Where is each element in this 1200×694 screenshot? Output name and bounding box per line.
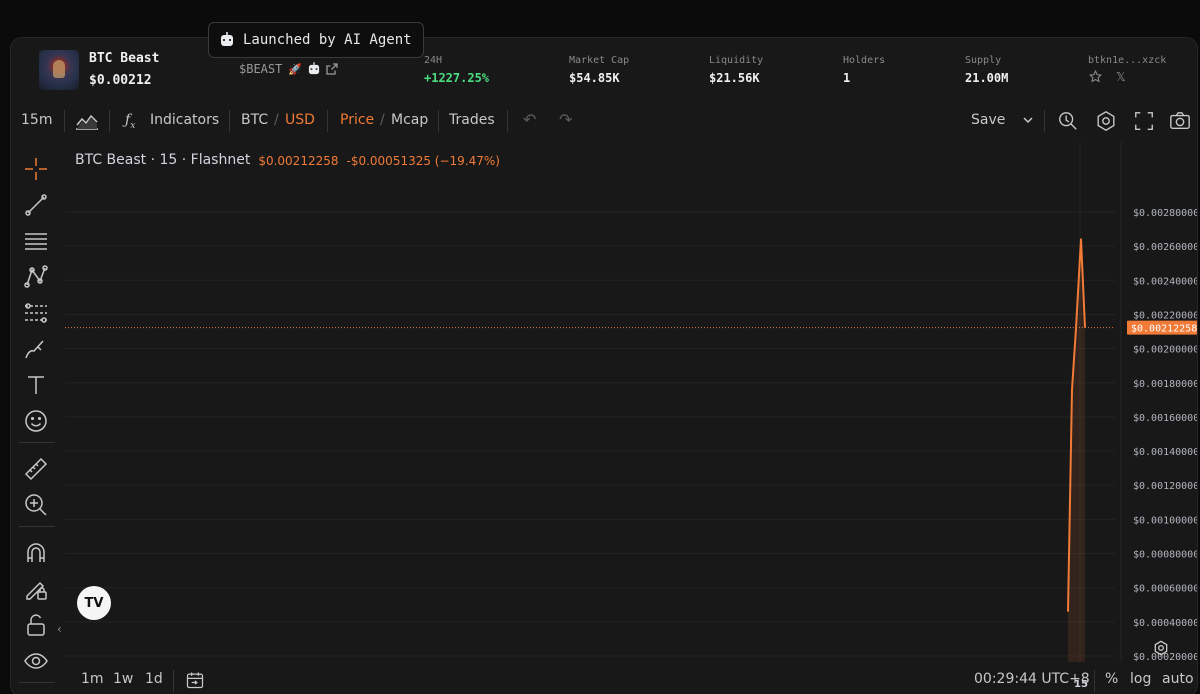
token-price: $0.00212 — [89, 73, 152, 88]
tradingview-logo[interactable]: TV — [77, 586, 111, 620]
trend-line-icon[interactable] — [23, 192, 49, 218]
goto-date-icon[interactable] — [185, 670, 205, 690]
y-tick-label: $0.00160000 — [1133, 413, 1198, 424]
prediction-tool-icon[interactable] — [23, 300, 49, 326]
horizontal-lines-icon[interactable] — [23, 228, 49, 254]
y-tick-label: $0.00280000 — [1133, 208, 1198, 219]
y-tick-label: $0.00140000 — [1133, 447, 1198, 458]
quick-search-icon[interactable] — [1057, 110, 1079, 132]
price-chart[interactable]: $0.00280000 $0.00260000 $0.00240000 $0.0022… — [65, 142, 1197, 690]
bottom-bar: 1m 1w 1d 00:29:44 UTC+8 % log auto — [11, 664, 1197, 694]
external-link-icon[interactable] — [326, 63, 338, 75]
range-1d[interactable]: 1d — [145, 671, 163, 687]
stat-24h: 24H +1227.25% — [424, 55, 489, 85]
token-avatar — [39, 50, 79, 90]
emoji-icon[interactable] — [23, 408, 49, 434]
star-icon[interactable] — [1089, 70, 1102, 83]
rocket-icon: 🚀 — [288, 62, 303, 76]
indicators-icon[interactable]: ƒx — [125, 112, 135, 131]
clock-time[interactable]: 00:29:44 UTC+8 — [974, 671, 1090, 687]
view-mcap[interactable]: Mcap — [391, 112, 428, 128]
y-tick-label: $0.00220000 — [1133, 310, 1198, 321]
chart-toolbar: 15m ƒx Indicators BTC / USD Price / Mcap… — [11, 102, 1197, 140]
stat-value: $54.85K — [569, 71, 620, 85]
stat-label: Holders — [843, 55, 886, 66]
view-separator: / — [380, 112, 385, 128]
save-button[interactable]: Save — [971, 112, 1005, 128]
view-price[interactable]: Price — [340, 112, 374, 128]
launched-badge-text: Launched by AI Agent — [243, 32, 412, 48]
chart-card: BTC Beast $0.00212 $BEAST 🚀 24H +1227.25… — [10, 37, 1198, 694]
stat-liquidity: Liquidity $21.56K — [709, 55, 763, 85]
stat-label: Market Cap — [569, 55, 630, 66]
zoom-in-icon[interactable] — [23, 492, 49, 518]
y-tick-label: $0.00260000 — [1133, 242, 1198, 253]
stat-label: Liquidity — [709, 55, 764, 66]
axis-settings-icon[interactable] — [1153, 640, 1169, 656]
x-social-icon[interactable]: 𝕏 — [1116, 70, 1126, 84]
ticker-row: $BEAST 🚀 — [239, 61, 338, 76]
interval-selector[interactable]: 15m — [21, 112, 52, 128]
percent-toggle[interactable]: % — [1105, 671, 1118, 687]
token-address[interactable]: btkn1e...xzck — [1088, 55, 1166, 66]
lock-drawing-icon[interactable] — [23, 576, 49, 602]
settings-icon[interactable] — [1095, 110, 1117, 132]
pair-separator: / — [274, 112, 279, 128]
token-ticker: $BEAST — [239, 62, 283, 76]
range-1w[interactable]: 1w — [113, 671, 133, 687]
stat-value: 1 — [843, 71, 851, 85]
log-toggle[interactable]: log — [1130, 671, 1151, 687]
lock-icon[interactable] — [23, 612, 49, 638]
chevron-down-icon[interactable] — [1023, 116, 1033, 124]
magnet-icon[interactable] — [23, 540, 49, 566]
robot-icon — [221, 31, 233, 46]
crosshair-icon[interactable] — [23, 156, 49, 182]
legend-price: $0.00212258 — [258, 154, 339, 168]
y-tick-label: $0.00120000 — [1133, 481, 1198, 492]
collapse-sidebar-icon[interactable]: ‹ — [57, 622, 62, 636]
stat-value: $21.56K — [709, 71, 760, 85]
trades-button[interactable]: Trades — [449, 112, 495, 128]
pair-quote[interactable]: USD — [285, 112, 315, 128]
y-tick-label: $0.00100000 — [1133, 515, 1198, 526]
stat-label: Supply — [965, 55, 1002, 66]
indicators-button[interactable]: Indicators — [150, 112, 219, 128]
ruler-icon[interactable] — [23, 456, 49, 482]
legend-change: -$0.00051325 (−19.47%) — [346, 154, 500, 168]
robot-icon — [308, 61, 320, 74]
address-actions: 𝕏 — [1089, 70, 1126, 84]
chart-type-icon[interactable] — [75, 111, 99, 131]
token-name: BTC Beast — [89, 51, 160, 66]
pattern-tool-icon[interactable] — [23, 264, 49, 290]
stat-market-cap: Market Cap $54.85K — [569, 55, 629, 85]
y-tick-label: $0.00080000 — [1133, 550, 1198, 561]
y-tick-label: $0.00060000 — [1133, 584, 1198, 595]
launched-badge: Launched by AI Agent — [208, 22, 424, 58]
last-price-label: $0.00212258 — [1131, 324, 1197, 335]
chart-legend: BTC Beast · 15 · Flashnet $0.00212258 -$… — [75, 152, 500, 168]
y-tick-label: $0.00200000 — [1133, 345, 1198, 356]
redo-icon[interactable]: ↷ — [559, 110, 572, 129]
y-tick-label: $0.00040000 — [1133, 618, 1198, 629]
auto-toggle[interactable]: auto — [1162, 671, 1194, 687]
text-tool-icon[interactable] — [23, 372, 49, 398]
undo-icon[interactable]: ↶ — [523, 110, 536, 129]
camera-icon[interactable] — [1169, 110, 1191, 132]
y-tick-label: $0.00240000 — [1133, 276, 1198, 287]
stat-label: 24H — [424, 55, 443, 66]
chart-svg[interactable]: $0.00280000 $0.00260000 $0.00240000 $0.0022… — [65, 142, 1198, 694]
pair-base[interactable]: BTC — [241, 112, 268, 128]
brush-icon[interactable] — [23, 336, 49, 362]
range-1m[interactable]: 1m — [81, 671, 104, 687]
stat-supply: Supply 21.00M — [965, 55, 1008, 85]
stat-value: 21.00M — [965, 71, 1009, 85]
stat-value: +1227.25% — [424, 71, 490, 85]
legend-title: BTC Beast · 15 · Flashnet — [75, 152, 251, 168]
stat-holders: Holders 1 — [843, 55, 885, 85]
y-tick-label: $0.00180000 — [1133, 379, 1198, 390]
drawing-toolbar — [11, 142, 63, 694]
fullscreen-icon[interactable] — [1133, 110, 1155, 132]
